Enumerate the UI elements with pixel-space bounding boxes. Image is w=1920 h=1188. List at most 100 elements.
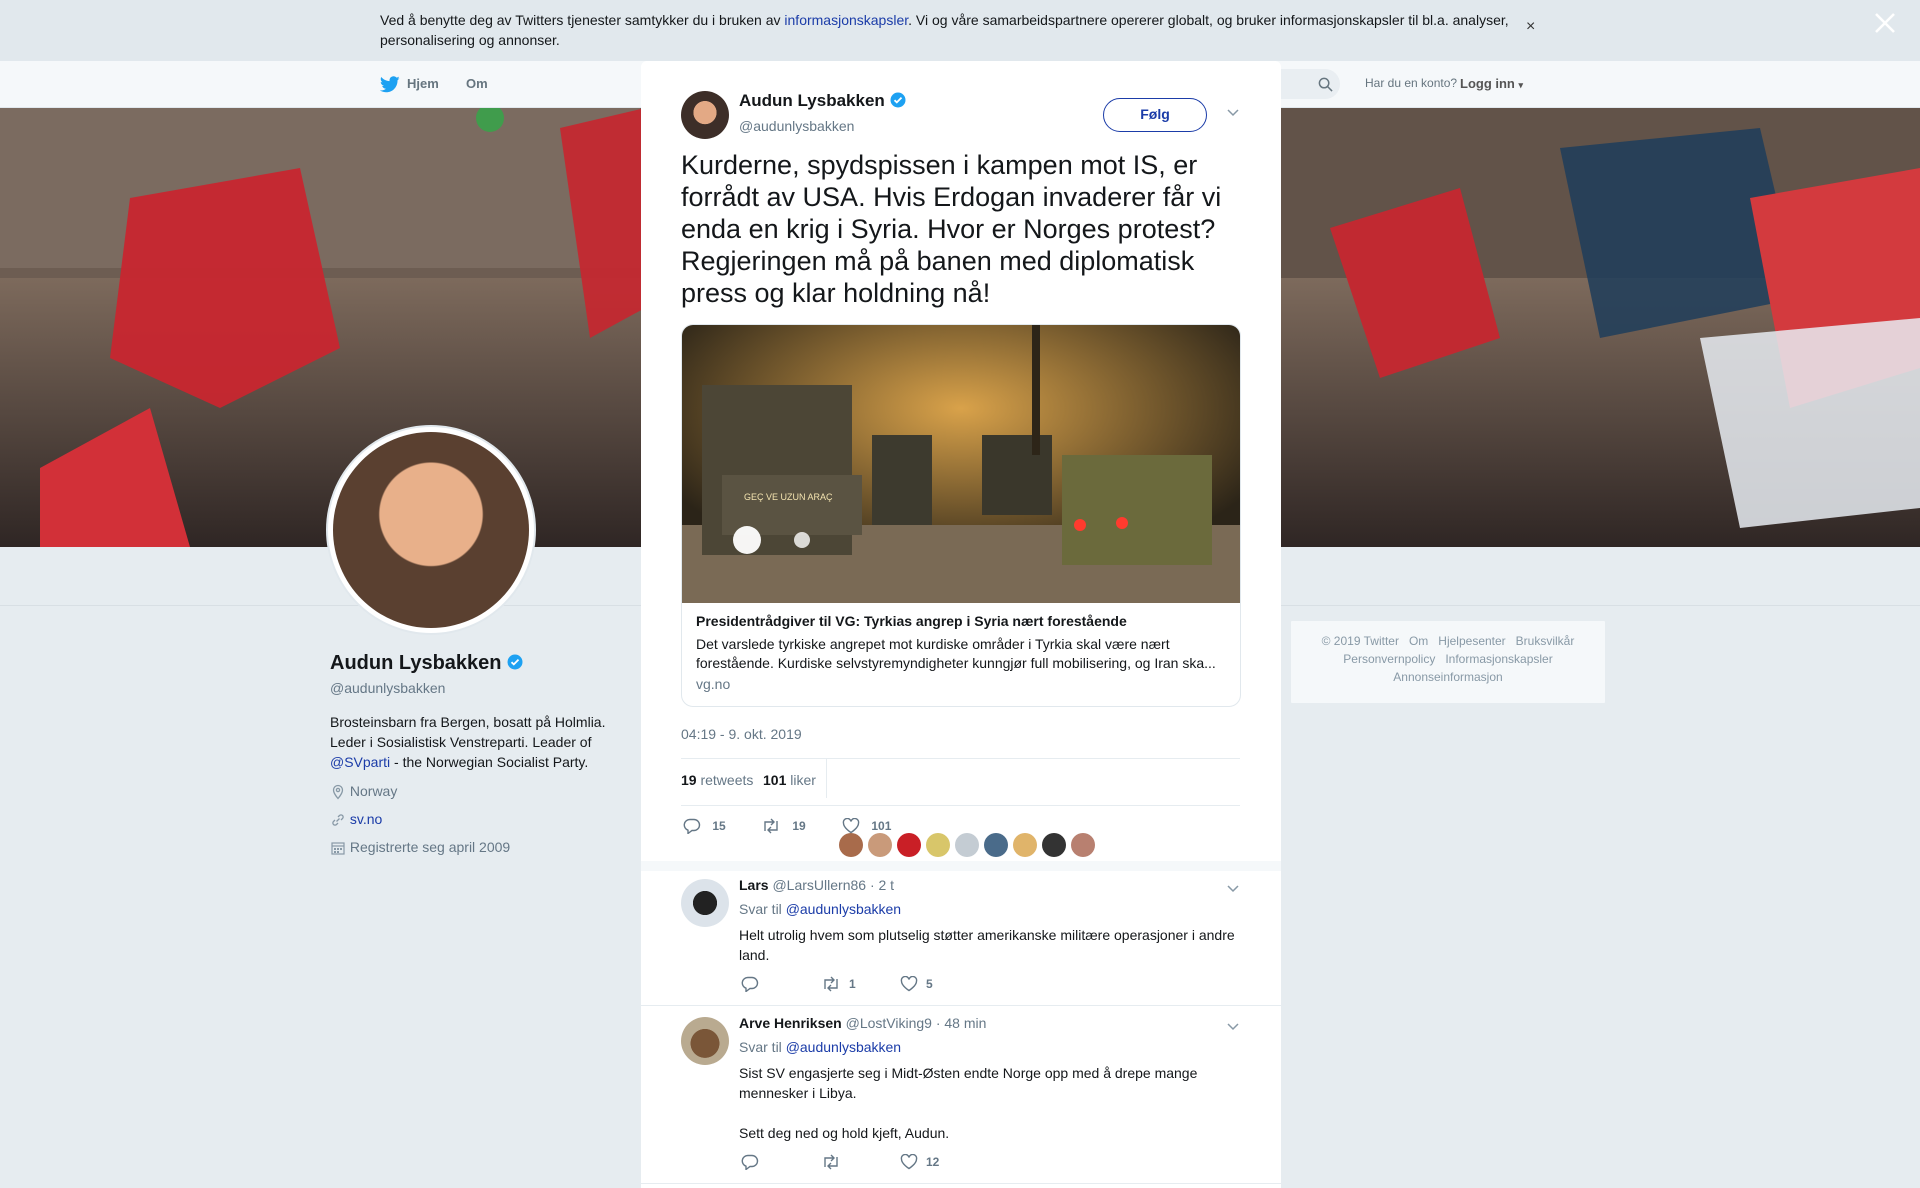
divider	[681, 758, 1240, 759]
profile-avatar-photo	[333, 432, 529, 628]
reply-to-row: Svar til @audunlysbakken	[739, 901, 901, 917]
profile-name[interactable]: Audun Lysbakken	[330, 652, 502, 674]
divider	[641, 1005, 1281, 1006]
login-link[interactable]: Logg inn ▾	[1460, 76, 1523, 91]
like-action[interactable]: 12	[900, 1153, 939, 1170]
liker-avatar[interactable]	[839, 833, 863, 857]
cookie-text-pre: Ved å benytte deg av Twitters tjenester …	[380, 12, 785, 28]
reply-avatar[interactable]	[681, 1017, 729, 1065]
liker-avatar[interactable]	[868, 833, 892, 857]
reply-action[interactable]	[741, 1154, 759, 1175]
like-icon	[900, 1153, 918, 1170]
profile-website-row: sv.no	[330, 811, 382, 828]
retweet-count-link[interactable]: 19 retweets	[681, 772, 753, 788]
profile-name-row: Audun Lysbakken	[330, 652, 523, 675]
follow-button[interactable]: Følg	[1103, 98, 1207, 132]
footer-cookies[interactable]: Informasjonskapsler	[1445, 652, 1552, 666]
cookie-text: Ved å benytte deg av Twitters tjenester …	[380, 10, 1510, 50]
reply-avatar[interactable]	[681, 879, 729, 927]
like-action[interactable]: 101	[842, 817, 892, 834]
like-count-link[interactable]: 101 liker	[763, 772, 816, 788]
reply-to-link[interactable]: @audunlysbakken	[786, 901, 901, 917]
chevron-down-icon: ▾	[1518, 80, 1524, 90]
like-count-label: liker	[790, 772, 816, 788]
liker-avatar[interactable]	[926, 833, 950, 857]
twitter-bird-icon[interactable]	[379, 76, 400, 96]
cookie-link[interactable]: informasjonskapsler	[784, 12, 908, 28]
tweet-author-handle[interactable]: @audunlysbakken	[739, 118, 854, 134]
liker-avatar[interactable]	[1013, 833, 1037, 857]
liker-avatar[interactable]	[1071, 833, 1095, 857]
close-icon[interactable]	[1872, 10, 1898, 44]
like-count: 101	[763, 772, 787, 788]
retweet-icon	[761, 818, 781, 834]
chevron-down-icon[interactable]	[1226, 881, 1240, 900]
footer-terms[interactable]: Bruksvilkår	[1516, 634, 1575, 648]
liker-avatar[interactable]	[984, 833, 1008, 857]
reply-text: Sett deg ned og hold kjeft, Audun.	[739, 1125, 950, 1141]
profile-location-row: Norway	[330, 783, 397, 800]
reply-action[interactable]	[741, 976, 759, 997]
reply-like-count: 5	[926, 977, 933, 991]
reply-author-name[interactable]: Lars	[739, 877, 769, 893]
nav-home[interactable]: Hjem	[407, 76, 439, 91]
tweet-timestamp[interactable]: 04:19 - 9. okt. 2019	[681, 726, 802, 742]
profile-bio-link[interactable]: @SVparti	[330, 754, 390, 770]
like-action[interactable]: 5	[900, 975, 933, 992]
link-card[interactable]: GEÇ VE UZUN ARAÇ Presidentrådgiver til V…	[681, 324, 1241, 707]
tweet-text: Kurderne, spydspissen i kampen mot IS, e…	[681, 150, 1222, 308]
reply-time[interactable]: · 2 t	[870, 877, 894, 893]
link-card-title: Presidentrådgiver til VG: Tyrkias angrep…	[696, 613, 1127, 629]
verified-icon	[890, 91, 906, 110]
profile-bio-line2: Leder i Sosialistisk Venstreparti. Leade…	[330, 734, 592, 750]
calendar-icon	[330, 839, 346, 855]
reply-icon	[741, 1154, 759, 1174]
link-icon	[330, 811, 346, 827]
footer-help[interactable]: Hjelpesenter	[1438, 634, 1505, 648]
reply-author-name[interactable]: Arve Henriksen	[739, 1015, 842, 1031]
footer-privacy[interactable]: Personvernpolicy	[1343, 652, 1435, 666]
link-card-image: GEÇ VE UZUN ARAÇ	[682, 325, 1240, 603]
search-icon[interactable]	[1318, 77, 1333, 95]
footer-about[interactable]: Om	[1409, 634, 1428, 648]
divider	[681, 805, 1240, 806]
verified-icon	[507, 652, 523, 674]
retweet-action[interactable]: 1	[821, 976, 856, 992]
reply-retweet-count: 1	[849, 977, 856, 991]
link-card-domain: vg.no	[696, 676, 731, 692]
like-action-count: 101	[871, 819, 892, 833]
retweet-action[interactable]	[821, 1154, 841, 1175]
location-icon	[330, 783, 346, 800]
reply-time[interactable]: · 48 min	[936, 1015, 987, 1031]
reply-icon	[741, 976, 759, 996]
profile-joined: Registrerte seg april 2009	[349, 839, 511, 855]
liker-avatar[interactable]	[1042, 833, 1066, 857]
chevron-down-icon[interactable]	[1226, 1019, 1240, 1038]
profile-bio-line3: - the Norwegian Socialist Party.	[390, 754, 589, 770]
profile-bio: Brosteinsbarn fra Bergen, bosatt på Holm…	[330, 712, 630, 772]
reply-to-link[interactable]: @audunlysbakken	[786, 1039, 901, 1055]
reply-action[interactable]: 15	[683, 818, 726, 835]
profile-website-link[interactable]: sv.no	[350, 811, 382, 827]
retweet-icon	[821, 976, 841, 992]
liker-avatar[interactable]	[897, 833, 921, 857]
profile-handle[interactable]: @audunlysbakken	[330, 680, 445, 696]
tweet-modal: Audun Lysbakken @audunlysbakken Følg Kur…	[641, 61, 1281, 1188]
footer-ads-info[interactable]: Annonseinformasjon	[1393, 670, 1502, 684]
reply-icon	[683, 818, 701, 835]
tweet-author-avatar[interactable]	[681, 91, 729, 139]
cookie-close-icon[interactable]: ×	[1526, 18, 1535, 36]
reply-author-handle[interactable]: @LarsUllern86	[772, 877, 866, 893]
liker-avatar[interactable]	[955, 833, 979, 857]
link-card-image-text: GEÇ VE UZUN ARAÇ	[744, 492, 833, 502]
tweet-author-name[interactable]: Audun Lysbakken	[739, 91, 885, 110]
chevron-down-icon[interactable]	[1226, 105, 1240, 124]
footer-links-card: © 2019 Twitter Om Hjelpesenter Bruksvilkår …	[1290, 620, 1606, 704]
stats-divider	[826, 758, 827, 798]
cookie-banner: Ved å benytte deg av Twitters tjenester …	[0, 0, 1920, 61]
reply-to-label: Svar til	[739, 901, 782, 917]
reply-author-handle[interactable]: @LostViking9	[846, 1015, 932, 1031]
nav-about[interactable]: Om	[466, 76, 488, 91]
retweet-action[interactable]: 19	[761, 818, 806, 834]
profile-avatar[interactable]	[326, 425, 536, 635]
